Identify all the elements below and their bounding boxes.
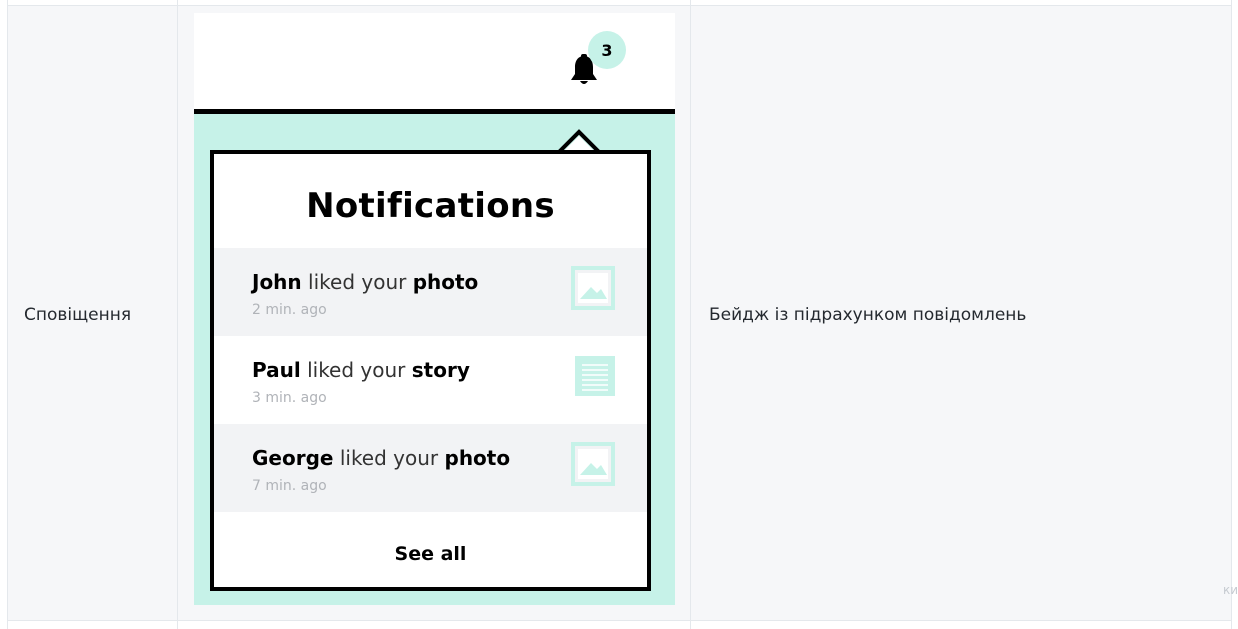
table-border-left bbox=[7, 0, 8, 629]
notification-object: photo bbox=[444, 446, 511, 470]
notification-object: photo bbox=[412, 270, 479, 294]
table-divider-1 bbox=[177, 0, 178, 629]
notification-user: Paul bbox=[252, 358, 301, 382]
image-icon bbox=[571, 442, 615, 486]
see-all-link[interactable]: See all bbox=[214, 524, 647, 584]
notification-count-badge: 3 bbox=[588, 31, 626, 69]
row-label: Сповіщення bbox=[24, 305, 132, 325]
table-border-right bbox=[1231, 0, 1232, 629]
notification-item[interactable]: George liked your photo 7 min. ago bbox=[214, 424, 647, 512]
notification-time: 2 min. ago bbox=[252, 302, 327, 318]
cut-off-text: ки bbox=[1223, 583, 1238, 597]
notification-user: John bbox=[252, 270, 302, 294]
notification-item[interactable]: Paul liked your story 3 min. ago bbox=[214, 336, 647, 424]
table-divider-2 bbox=[690, 0, 691, 629]
image-icon bbox=[571, 266, 615, 310]
notification-object: story bbox=[411, 358, 470, 382]
app-top-bar: 3 bbox=[194, 13, 675, 114]
table-border-bottom bbox=[7, 620, 1231, 621]
notification-user: George bbox=[252, 446, 334, 470]
table-border-top bbox=[7, 5, 1231, 6]
notification-verb: liked your bbox=[308, 270, 407, 294]
notification-verb: liked your bbox=[307, 358, 406, 382]
row-description: Бейдж із підрахунком повідомлень bbox=[709, 305, 1027, 325]
notification-item[interactable]: John liked your photo 2 min. ago bbox=[214, 248, 647, 336]
document-icon bbox=[575, 356, 615, 396]
notification-text: John liked your photo bbox=[252, 270, 478, 294]
notifications-preview-image: 3 Notifications John liked your photo 2 … bbox=[194, 13, 675, 605]
notification-text: Paul liked your story bbox=[252, 358, 470, 382]
notification-time: 3 min. ago bbox=[252, 390, 327, 406]
notification-time: 7 min. ago bbox=[252, 478, 327, 494]
notifications-dropdown: Notifications John liked your photo 2 mi… bbox=[210, 150, 651, 591]
notification-verb: liked your bbox=[339, 446, 439, 470]
notification-text: George liked your photo bbox=[252, 446, 510, 470]
panel-title: Notifications bbox=[306, 186, 555, 226]
